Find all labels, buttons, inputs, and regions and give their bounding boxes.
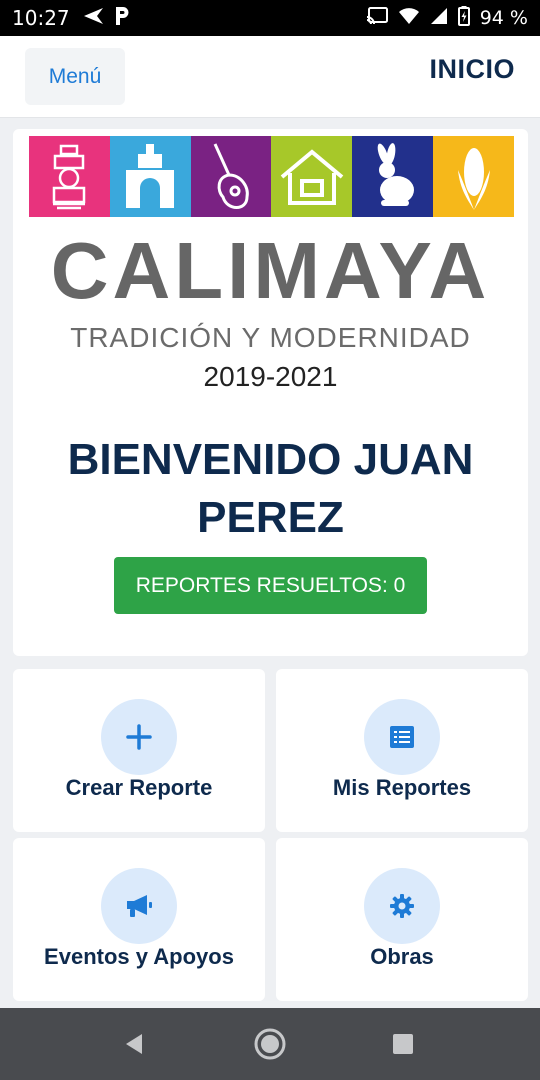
arch-building-icon <box>109 136 191 217</box>
plus-icon <box>101 699 177 775</box>
events-support-card[interactable]: Eventos y Apoyos <box>13 838 265 1001</box>
rabbit-icon <box>352 136 434 217</box>
list-icon <box>364 699 440 775</box>
signal-icon <box>430 7 448 30</box>
menu-button[interactable]: Menú <box>25 48 125 105</box>
welcome-title: BIENVENIDO JUAN PEREZ <box>13 431 528 547</box>
welcome-title-line2: PEREZ <box>197 493 344 542</box>
brand-name: CALIMAYA <box>50 226 491 315</box>
app-header: Menú INICIO <box>0 36 540 118</box>
p-app-icon <box>114 6 130 31</box>
train-icon <box>29 136 110 217</box>
resolved-reports-badge[interactable]: REPORTES RESUELTOS: 0 <box>114 557 427 614</box>
create-report-label: Crear Reporte <box>65 775 213 800</box>
cast-icon <box>366 6 388 30</box>
battery-icon <box>457 5 470 31</box>
welcome-title-line1: BIENVENIDO JUAN <box>67 435 474 484</box>
events-support-label: Eventos y Apoyos <box>44 944 234 969</box>
house-icon <box>271 136 353 217</box>
page-title: INICIO <box>429 54 515 84</box>
corn-icon <box>433 136 514 217</box>
my-reports-card[interactable]: Mis Reportes <box>276 669 528 832</box>
calimaya-logo-strip <box>29 136 514 217</box>
megaphone-icon <box>101 868 177 944</box>
my-reports-label: Mis Reportes <box>332 775 472 800</box>
back-icon[interactable] <box>116 1026 152 1062</box>
system-nav-bar <box>0 1008 540 1080</box>
works-label: Obras <box>370 944 434 969</box>
welcome-card: CALIMAYA TRADICIÓN Y MODERNIDAD 2019-202… <box>13 129 528 656</box>
create-report-card[interactable]: Crear Reporte <box>13 669 265 832</box>
works-card[interactable]: Obras <box>276 838 528 1001</box>
status-bar: 10:27 94 % <box>0 0 540 36</box>
brand-years: 2019-2021 <box>203 361 338 392</box>
recents-icon[interactable] <box>385 1026 421 1062</box>
status-time: 10:27 <box>12 6 70 30</box>
guitar-icon <box>190 136 272 217</box>
navigation-arrow-icon <box>82 7 104 30</box>
wifi-icon <box>398 7 420 30</box>
home-icon[interactable] <box>252 1026 288 1062</box>
brand-tagline: TRADICIÓN Y MODERNIDAD <box>70 322 471 353</box>
battery-percentage: 94 % <box>479 7 528 29</box>
gear-icon <box>364 868 440 944</box>
